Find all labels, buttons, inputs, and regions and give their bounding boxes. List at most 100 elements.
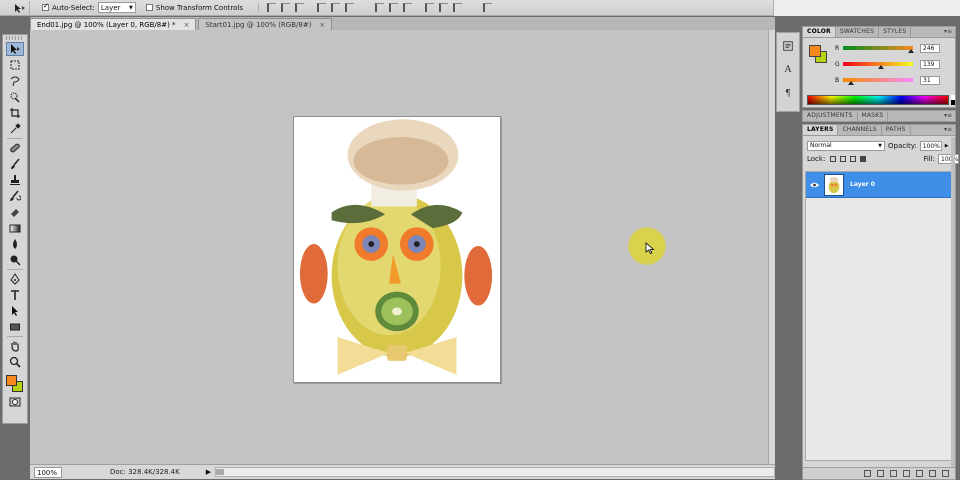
crop-tool[interactable] xyxy=(6,106,24,120)
clone-stamp-tool[interactable] xyxy=(6,173,24,187)
fill-field[interactable]: 100% xyxy=(938,153,960,164)
lock-position-icon[interactable] xyxy=(850,155,857,162)
show-transform-checkbox[interactable] xyxy=(145,4,153,11)
opacity-arrow-icon[interactable]: ▶ xyxy=(945,143,949,149)
mouse-cursor-icon xyxy=(645,242,655,254)
brush-tool[interactable] xyxy=(6,157,24,171)
align-bottom-icon[interactable] xyxy=(294,3,304,12)
tab-swatches[interactable]: SWATCHES xyxy=(836,27,880,37)
auto-select-target-dropdown[interactable]: Layer ▼ xyxy=(97,2,136,13)
drop-icon xyxy=(13,239,17,249)
panel-menu-icon[interactable]: ▾≡ xyxy=(944,126,952,133)
tab-styles[interactable]: STYLES xyxy=(879,27,912,37)
tab-start01[interactable]: Start01.jpg @ 100% (RGB/8#) × xyxy=(198,18,333,30)
collapsed-panel-strip: A ¶ xyxy=(776,32,800,112)
eyedropper-tool[interactable] xyxy=(6,122,24,136)
lock-transparency-icon[interactable] xyxy=(830,155,837,162)
pen-tool[interactable] xyxy=(6,272,24,286)
align-right-icon[interactable] xyxy=(344,3,354,12)
character-panel-icon[interactable]: A xyxy=(781,63,795,77)
lock-all-icon[interactable] xyxy=(860,155,867,162)
zoom-tool[interactable] xyxy=(6,355,24,369)
tab-color[interactable]: COLOR xyxy=(803,27,836,37)
channel-value-field[interactable]: 246 xyxy=(920,43,940,53)
hand-tool[interactable] xyxy=(6,339,24,353)
foreground-color-chip[interactable] xyxy=(809,45,821,57)
adjustment-layer-icon[interactable] xyxy=(903,470,910,477)
panel-menu-icon[interactable]: ▾≡ xyxy=(944,28,952,35)
add-mask-icon[interactable] xyxy=(890,470,897,477)
link-layers-icon[interactable] xyxy=(864,470,871,477)
align-top-icon[interactable] xyxy=(266,3,276,12)
quick-selection-tool[interactable] xyxy=(6,90,24,104)
healing-brush-tool[interactable] xyxy=(6,141,24,155)
close-icon[interactable]: × xyxy=(184,21,190,29)
layers-panel: LAYERS CHANNELS PATHS ▾≡ Normal ▼ Opacit… xyxy=(802,124,960,480)
black-white-swatch[interactable] xyxy=(951,95,955,105)
status-menu-arrow-icon[interactable]: ▶ xyxy=(206,468,211,476)
distribute-left-icon[interactable] xyxy=(424,3,434,12)
lasso-tool[interactable] xyxy=(6,74,24,88)
tab-adjustments[interactable]: ADJUSTMENTS xyxy=(803,111,858,121)
new-group-icon[interactable] xyxy=(916,470,923,477)
layers-panel-tabs: LAYERS CHANNELS PATHS ▾≡ xyxy=(803,125,955,136)
eraser-tool[interactable] xyxy=(6,205,24,219)
dodge-tool[interactable] xyxy=(6,253,24,267)
color-spectrum-ramp[interactable] xyxy=(807,95,949,105)
slider-track-blue[interactable] xyxy=(843,78,913,85)
blur-tool[interactable] xyxy=(6,237,24,251)
slider-track-green[interactable] xyxy=(843,62,913,69)
layer-row[interactable]: Layer 0 xyxy=(806,172,952,198)
horizontal-scrollbar[interactable] xyxy=(215,467,775,477)
align-left-icon[interactable] xyxy=(316,3,326,12)
tab-paths[interactable]: PATHS xyxy=(882,125,911,135)
tab-layers[interactable]: LAYERS xyxy=(803,125,839,135)
distribute-hcenter-icon[interactable] xyxy=(438,3,448,12)
visibility-eye-icon[interactable] xyxy=(806,182,822,188)
vertical-scrollbar[interactable] xyxy=(768,30,775,464)
channel-value-field[interactable]: 139 xyxy=(920,59,940,69)
paragraph-panel-icon[interactable]: ¶ xyxy=(781,87,795,101)
layers-scrollbar[interactable] xyxy=(951,137,955,467)
slider-thumb-red[interactable] xyxy=(907,49,914,53)
align-vcenter-icon[interactable] xyxy=(280,3,290,12)
path-selection-tool[interactable] xyxy=(6,304,24,318)
blend-mode-dropdown[interactable]: Normal ▼ xyxy=(807,140,885,151)
tool-preset-picker[interactable] xyxy=(0,0,30,15)
trash-icon[interactable] xyxy=(942,470,949,477)
history-brush-tool[interactable] xyxy=(6,189,24,203)
move-tool[interactable] xyxy=(6,42,24,56)
distribute-bottom-icon[interactable] xyxy=(402,3,412,12)
new-layer-icon[interactable] xyxy=(929,470,936,477)
close-icon[interactable]: × xyxy=(319,21,325,29)
zoom-level-field[interactable]: 100% xyxy=(34,466,62,478)
auto-select-checkbox[interactable] xyxy=(42,2,49,11)
channel-value-field[interactable]: 31 xyxy=(920,75,940,85)
slider-thumb-blue[interactable] xyxy=(848,81,855,85)
quick-mask-button[interactable] xyxy=(6,395,24,409)
foreground-color-swatch[interactable] xyxy=(6,375,17,386)
slider-thumb-green[interactable] xyxy=(878,65,885,69)
opacity-field[interactable]: 100% xyxy=(919,140,942,151)
tab-end01[interactable]: End01.jpg @ 100% (Layer 0, RGB/8#) * × xyxy=(30,18,197,30)
panel-menu-icon[interactable]: ▾≡ xyxy=(944,112,952,119)
distribute-top-icon[interactable] xyxy=(374,3,384,12)
adjustments-panel: ADJUSTMENTS MASKS ▾≡ xyxy=(802,110,956,122)
tab-masks[interactable]: MASKS xyxy=(858,111,889,121)
layer-style-icon[interactable] xyxy=(877,470,884,477)
marquee-tool[interactable] xyxy=(6,58,24,72)
gradient-tool[interactable] xyxy=(6,221,24,235)
opacity-label: Opacity: xyxy=(888,141,917,150)
type-tool[interactable] xyxy=(6,288,24,302)
distribute-right-icon[interactable] xyxy=(452,3,462,12)
document-canvas[interactable] xyxy=(293,116,501,383)
slider-track-red[interactable] xyxy=(843,46,914,53)
lock-pixels-icon[interactable] xyxy=(840,155,847,162)
distribute-vcenter-icon[interactable] xyxy=(388,3,398,12)
shape-tool[interactable] xyxy=(6,320,24,334)
history-panel-icon[interactable] xyxy=(781,39,795,53)
tab-channels[interactable]: CHANNELS xyxy=(838,125,882,135)
auto-align-icon[interactable] xyxy=(482,3,492,12)
toolbox-grip[interactable] xyxy=(6,36,24,40)
align-hcenter-icon[interactable] xyxy=(330,3,340,12)
